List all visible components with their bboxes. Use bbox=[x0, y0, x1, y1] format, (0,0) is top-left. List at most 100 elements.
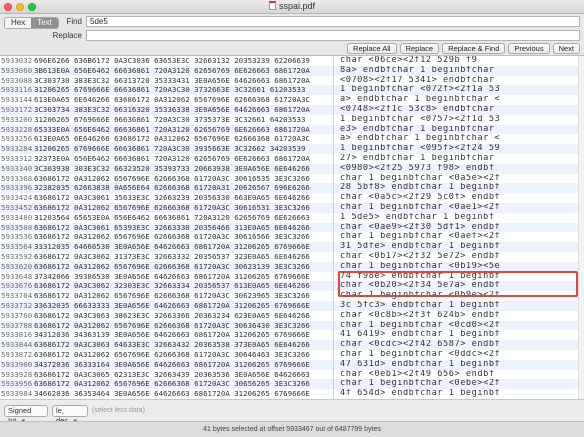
hex-row: 5933424 63686172 0A3C3061 35633E3C 326632… bbox=[0, 193, 584, 203]
row-hex-bytes[interactable]: 63686172 0A312062 6567696E 62666368 6172… bbox=[34, 262, 332, 272]
row-hex-bytes[interactable]: 63686172 0A3C3061 35633E3C 32663239 2035… bbox=[34, 193, 332, 203]
row-text[interactable]: char <0cdc><2f42 6587> endbf bbox=[340, 340, 576, 350]
row-hex-bytes[interactable]: 63686172 0A3C3063 64633E3C 32663432 2036… bbox=[34, 340, 332, 350]
find-input[interactable]: 5de5 bbox=[86, 16, 580, 27]
row-text[interactable]: char <0c8b><2f3f 624b> endbf bbox=[340, 311, 576, 321]
endian-select[interactable]: le, dec▼ bbox=[52, 405, 88, 425]
row-text[interactable]: a> endbfchar 1 beginbfchar < bbox=[340, 95, 576, 105]
row-hex-bytes[interactable]: 613E0A65 6E646266 63686172 0A312062 6567… bbox=[34, 95, 332, 105]
row-hex-bytes[interactable]: 32373E0A 656E6462 66636861 720A3120 6265… bbox=[34, 154, 332, 164]
row-hex-bytes[interactable]: 31206265 6769666E 66636861 720A3C30 3732… bbox=[34, 85, 332, 95]
hex-editor-view[interactable]: 5933032 696E6266 636B6172 0A3C3036 63653E… bbox=[0, 56, 584, 399]
row-text[interactable]: 41 6419> endbfchar 1 beginbf bbox=[340, 330, 576, 340]
row-hex-bytes[interactable]: 31206265 6769666E 66636861 720A3C30 3735… bbox=[34, 115, 332, 125]
row-text[interactable]: char 1 beginbfchar <0aef><2f bbox=[340, 232, 576, 242]
row-offset: 5933144 bbox=[1, 95, 33, 105]
row-hex-bytes[interactable]: 63686172 0A312062 6567696E 62666368 6172… bbox=[34, 321, 332, 331]
row-text[interactable]: char 1 beginbfchar <0b9e><2f bbox=[340, 291, 576, 301]
row-hex-bytes[interactable]: 31203564 65653E0A 656E6462 66636861 720A… bbox=[34, 213, 332, 223]
row-text[interactable]: <0748><2f1c 53c8> endbfchar bbox=[340, 105, 576, 115]
vertical-scrollbar[interactable] bbox=[578, 56, 584, 399]
row-text[interactable]: 8a> endbfchar 1 beginbfchar bbox=[340, 66, 576, 76]
window-title: sspai.pdf bbox=[278, 1, 316, 11]
row-hex-bytes[interactable]: 32382035 62663838 0A656E64 62666368 6172… bbox=[34, 183, 332, 193]
row-hex-bytes[interactable]: 65333E0A 656E6462 66636861 720A3120 6265… bbox=[34, 125, 332, 135]
row-text[interactable]: a> endbfchar 1 beginbfchar < bbox=[340, 134, 576, 144]
row-text[interactable]: char <0b17><2f32 5e72> endbf bbox=[340, 252, 576, 262]
row-text[interactable]: char 1 beginbfchar <0a5e><2f bbox=[340, 174, 576, 184]
row-offset: 5933816 bbox=[1, 330, 33, 340]
row-hex-bytes[interactable]: 3C303730 383E3C32 66313720 35333431 3E0A… bbox=[34, 76, 332, 86]
row-hex-bytes[interactable]: 34662036 36353464 3E0A656E 64626663 6861… bbox=[34, 389, 332, 399]
row-text[interactable]: <0980><2f25 5973 f98> endbf bbox=[340, 164, 576, 174]
hex-row: 5933536 63686172 0A312062 6567696E 626663… bbox=[0, 232, 584, 242]
row-hex-bytes[interactable]: 34372036 36333164 3E0A656E 64626663 6861… bbox=[34, 360, 332, 370]
next-button[interactable]: Next bbox=[552, 43, 580, 54]
row-hex-bytes[interactable]: 63686172 0A312062 6567696E 62666368 6172… bbox=[34, 350, 332, 360]
type-select[interactable]: Signed Int▼ bbox=[4, 405, 48, 425]
row-hex-bytes[interactable]: 63686172 0A312062 6567696E 62666368 6172… bbox=[34, 203, 332, 213]
row-text[interactable]: 1 5de5> endbfchar 1 beginbf bbox=[340, 213, 576, 223]
row-text[interactable]: char 1 beginbfchar <0ebe><2f bbox=[340, 379, 576, 389]
row-offset: 5933928 bbox=[1, 369, 33, 379]
row-hex-bytes[interactable]: 34312036 34363139 3E0A656E 64626663 6861… bbox=[34, 330, 332, 340]
row-hex-bytes[interactable]: 613E0A65 6E646266 63686172 0A312062 6567… bbox=[34, 134, 332, 144]
row-text[interactable]: 3c 5fc3> endbfchar 1 beginbf bbox=[340, 301, 576, 311]
row-text[interactable]: 1 beginbfchar <0757><2f1d 53 bbox=[340, 115, 576, 125]
row-offset: 5933676 bbox=[1, 281, 33, 291]
row-text[interactable]: 4f 654d> endbfchar 1 beginbf bbox=[340, 389, 576, 399]
row-text[interactable]: <0708><2f17 5341> endbfchar bbox=[340, 76, 576, 86]
row-text[interactable]: 47 631d> endbfchar 1 beginbf bbox=[340, 360, 576, 370]
row-hex-bytes[interactable]: 63686172 0A312062 6567696E 62666368 6172… bbox=[34, 174, 332, 184]
row-text[interactable]: 1 beginbfchar <072f><2f1a 53 bbox=[340, 85, 576, 95]
replace-input[interactable] bbox=[86, 30, 580, 41]
row-hex-bytes[interactable]: 63686172 0A3C3063 38623E3C 32663366 2036… bbox=[34, 311, 332, 321]
row-text[interactable]: char <0b20><2f34 5e7a> endbf bbox=[340, 281, 576, 291]
row-text[interactable]: 28 5bf8> endbfchar 1 beginbf bbox=[340, 183, 576, 193]
row-offset: 5933844 bbox=[1, 340, 33, 350]
replace-and-find-button[interactable]: Replace & Find bbox=[442, 43, 506, 54]
row-hex-bytes[interactable]: 63686172 0A3C3062 32303E3C 32663334 2035… bbox=[34, 281, 332, 291]
row-text[interactable]: char 1 beginbfchar <0ae1><2f bbox=[340, 203, 576, 213]
row-hex-bytes[interactable]: 63686172 0A312062 6567696E 62666368 6172… bbox=[34, 379, 332, 389]
hex-row: 5933312 32373E0A 656E6462 66636861 720A31… bbox=[0, 154, 584, 164]
hex-row: 5933340 3C303938 303E3C32 66323520 353937… bbox=[0, 163, 584, 174]
row-text[interactable]: char 1 beginbfchar <0cd0><2f bbox=[340, 321, 576, 331]
row-text[interactable]: char <06ce><2f12 529b f9 bbox=[340, 56, 576, 66]
row-hex-bytes[interactable]: 63686172 0A3C3065 62313E3C 32663439 2036… bbox=[34, 370, 332, 380]
row-hex-bytes[interactable]: 3C303734 383E3C32 66316320 35336338 3E0A… bbox=[34, 105, 332, 115]
window-titlebar: sspai.pdf bbox=[0, 0, 584, 14]
replace-button[interactable]: Replace bbox=[399, 43, 440, 54]
row-offset: 5933284 bbox=[1, 144, 33, 154]
row-text[interactable]: 27> endbfchar 1 beginbfchar bbox=[340, 154, 576, 164]
row-hex-bytes[interactable]: 3C303938 303E3C32 66323520 35393733 2066… bbox=[34, 164, 332, 174]
row-hex-bytes[interactable]: 63686172 0A3C3062 31373E3C 32663332 2035… bbox=[34, 252, 332, 262]
row-hex-bytes[interactable]: 31206265 6769666E 66636861 720A3C30 3935… bbox=[34, 144, 332, 154]
row-text[interactable]: char <0ae9><2f30 5df1> endbf bbox=[340, 223, 576, 233]
replace-all-button[interactable]: Replace All bbox=[347, 43, 397, 54]
row-offset: 5933620 bbox=[1, 261, 33, 271]
row-hex-bytes[interactable]: 33312035 64666530 3E0A656E 64626663 6861… bbox=[34, 242, 332, 252]
hex-mode-tab[interactable]: Hex bbox=[5, 18, 32, 28]
row-hex-bytes[interactable]: 3B613E0A 656E6462 66636861 720A3120 6265… bbox=[34, 66, 332, 76]
row-hex-bytes[interactable]: 63686172 0A312062 6567696E 62666368 6172… bbox=[34, 291, 332, 301]
row-hex-bytes[interactable]: 63686172 0A3C3061 65393E3C 32663330 2035… bbox=[34, 223, 332, 233]
row-text[interactable]: 31 5dfe> endbfchar 1 beginbf bbox=[340, 242, 576, 252]
row-offset: 5933480 bbox=[1, 212, 33, 222]
row-offset: 5933256 bbox=[1, 134, 33, 144]
row-hex-bytes[interactable]: 33632035 66633333 3E0A656E 64626663 6861… bbox=[34, 301, 332, 311]
hex-row: 5933144 613E0A65 6E646266 63686172 0A3120… bbox=[0, 95, 584, 105]
row-hex-bytes[interactable]: 63686172 0A312062 6567696E 62666368 6172… bbox=[34, 232, 332, 242]
row-text[interactable]: char <0eb1><2f49 656> endbf bbox=[340, 370, 576, 380]
row-offset: 5933424 bbox=[1, 193, 33, 203]
row-text[interactable]: 1 beginbfchar <095f><2f24 59 bbox=[340, 144, 576, 154]
row-hex-bytes[interactable]: 37342066 39386530 3E0A656E 64626663 6861… bbox=[34, 272, 332, 282]
row-hex-bytes[interactable]: 696E6266 636B6172 0A3C3036 63653E3C 3266… bbox=[34, 56, 332, 66]
previous-button[interactable]: Previous bbox=[508, 43, 550, 54]
row-text[interactable]: char <0a5c><2f29 5c0f> endbf bbox=[340, 193, 576, 203]
row-text[interactable]: char 1 beginbfchar <0b19><5e bbox=[340, 262, 576, 272]
row-text[interactable]: e3> endbfchar 1 beginbfchar bbox=[340, 125, 576, 135]
row-offset: 5933592 bbox=[1, 251, 33, 261]
row-text[interactable]: 74 f98e> endbfchar 1 beginbf bbox=[340, 272, 576, 282]
row-text[interactable]: char 1 beginbfchar <0ddc><2f bbox=[340, 350, 576, 360]
